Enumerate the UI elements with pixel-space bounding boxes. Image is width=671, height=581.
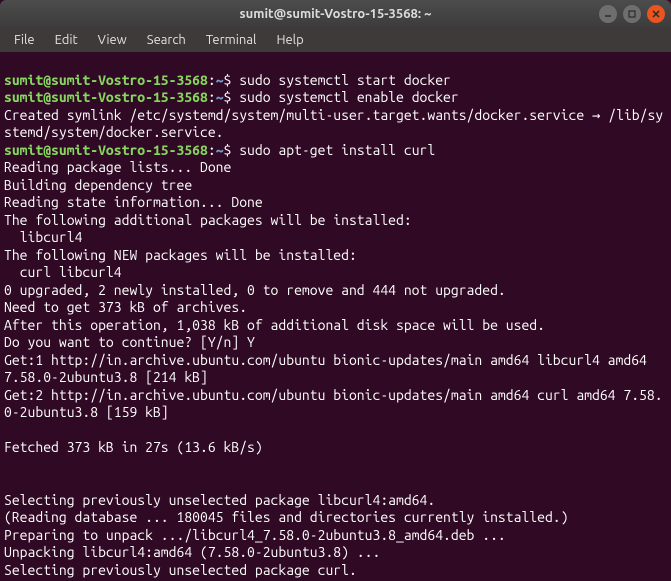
output-line: The following NEW packages will be insta… [4, 247, 357, 263]
prompt-sep: : [208, 142, 216, 158]
output-line: Selecting previously unselected package … [4, 562, 357, 578]
output-line: Created symlink /etc/systemd/system/mult… [4, 107, 663, 141]
prompt-symbol: $ [224, 142, 232, 158]
menu-help[interactable]: Help [268, 31, 311, 49]
output-line: Selecting previously unselected package … [4, 492, 435, 508]
output-line: Get:1 http://in.archive.ubuntu.com/ubunt… [4, 352, 655, 386]
terminal-output[interactable]: sumit@sumit-Vostro-15-3568:~$ sudo syste… [0, 52, 671, 581]
prompt-path: ~ [216, 72, 224, 88]
menu-edit[interactable]: Edit [47, 31, 86, 49]
prompt-path: ~ [216, 142, 224, 158]
output-line: libcurl4 [4, 229, 82, 245]
output-line: Reading package lists... Done [4, 159, 231, 175]
prompt-sep: : [208, 89, 216, 105]
output-line: Do you want to continue? [Y/n] Y [4, 334, 255, 350]
menu-file[interactable]: File [6, 31, 43, 49]
prompt-path: ~ [216, 89, 224, 105]
prompt-symbol: $ [224, 89, 232, 105]
window-controls [599, 5, 665, 23]
output-line: 0 upgraded, 2 newly installed, 0 to remo… [4, 282, 506, 298]
menu-view[interactable]: View [90, 31, 135, 49]
window-title: sumit@sumit-Vostro-15-3568: ~ [240, 7, 432, 21]
output-line: (Reading database ... 180045 files and d… [4, 509, 568, 525]
output-line: Preparing to unpack .../libcurl4_7.58.0-… [4, 527, 506, 543]
minimize-button[interactable] [599, 5, 617, 23]
output-line: Building dependency tree [4, 177, 192, 193]
menubar: File Edit View Search Terminal Help [0, 28, 671, 52]
output-line: Unpacking libcurl4:amd64 (7.58.0-2ubuntu… [4, 544, 380, 560]
output-line: The following additional packages will b… [4, 212, 412, 228]
prompt-symbol: $ [224, 72, 232, 88]
cmd-line: sudo apt-get install curl [239, 142, 435, 158]
cmd-line: sudo systemctl start docker [239, 72, 451, 88]
prompt-user: sumit@sumit-Vostro-15-3568 [4, 72, 208, 88]
cmd-line: sudo systemctl enable docker [239, 89, 459, 105]
close-button[interactable] [647, 5, 665, 23]
menu-terminal[interactable]: Terminal [198, 31, 265, 49]
maximize-button[interactable] [623, 5, 641, 23]
prompt-user: sumit@sumit-Vostro-15-3568 [4, 89, 208, 105]
output-line: curl libcurl4 [4, 264, 122, 280]
prompt-user: sumit@sumit-Vostro-15-3568 [4, 142, 208, 158]
prompt-sep: : [208, 72, 216, 88]
menu-search[interactable]: Search [139, 31, 194, 49]
output-line: Need to get 373 kB of archives. [4, 299, 247, 315]
output-line: Fetched 373 kB in 27s (13.6 kB/s) [4, 439, 263, 455]
output-line: Reading state information... Done [4, 194, 263, 210]
output-line: Get:2 http://in.archive.ubuntu.com/ubunt… [4, 387, 663, 421]
titlebar: sumit@sumit-Vostro-15-3568: ~ [0, 0, 671, 28]
output-line: After this operation, 1,038 kB of additi… [4, 317, 545, 333]
